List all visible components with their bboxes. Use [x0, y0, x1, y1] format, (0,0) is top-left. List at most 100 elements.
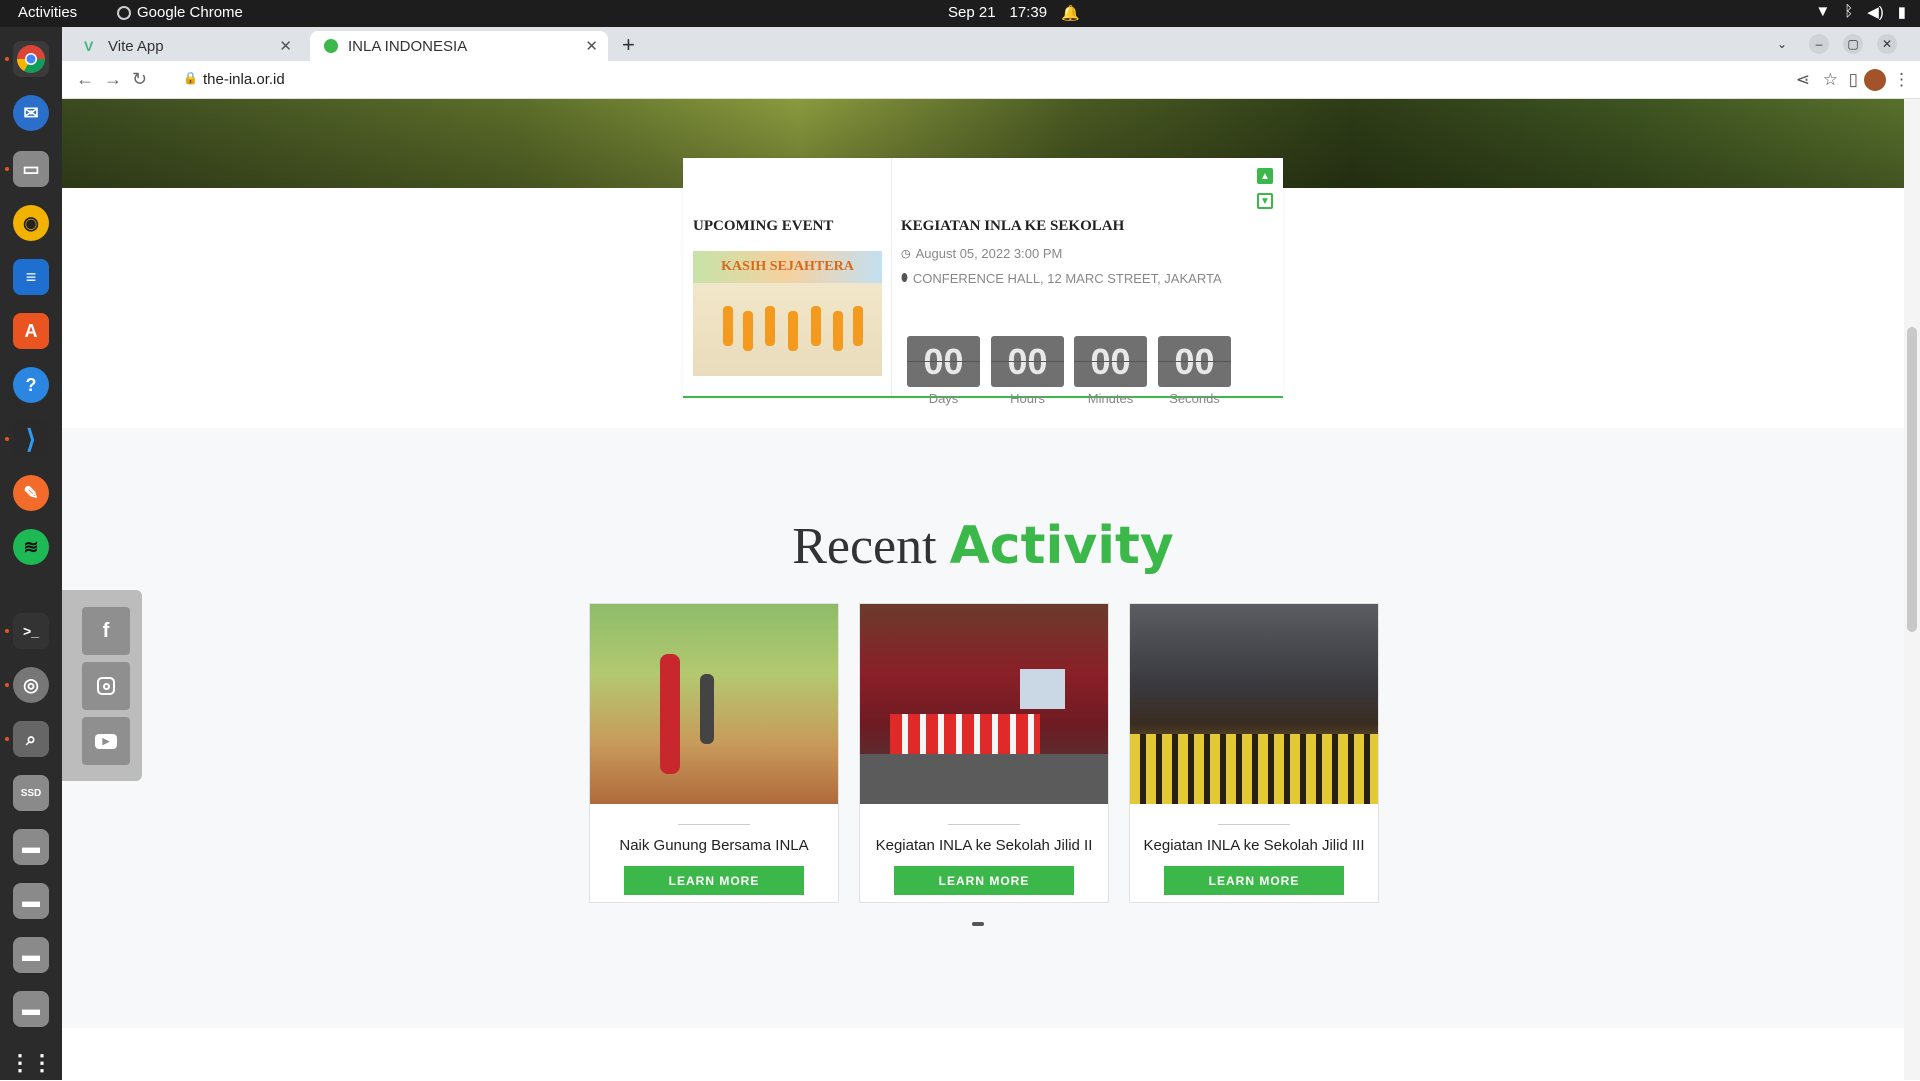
dancer — [853, 306, 863, 346]
reload-icon[interactable]: ↻ — [132, 69, 147, 90]
countdown-seconds: 00 Seconds — [1158, 336, 1231, 406]
activity-title[interactable]: Naik Gunung Bersama INLA — [590, 837, 838, 854]
event-image-banner: KASIH SEJAHTERA — [693, 251, 882, 283]
rhythmbox-icon[interactable]: ◉ — [13, 205, 49, 241]
terminal-icon[interactable]: >_ — [13, 613, 49, 649]
carousel-pager-dot[interactable] — [972, 922, 984, 926]
drive-icon[interactable]: ▬ — [13, 829, 49, 865]
instagram-icon[interactable] — [82, 662, 130, 710]
share-icon[interactable]: ⋖ — [1796, 70, 1810, 90]
clock[interactable]: Sep 21 17:39 🔔 — [948, 4, 1080, 22]
countdown-label: Minutes — [1087, 391, 1134, 406]
heading-plain: Recent — [792, 518, 937, 575]
activity-title[interactable]: Kegiatan INLA ke Sekolah Jilid III — [1130, 837, 1378, 854]
event-down-arrow-button[interactable]: ▼ — [1257, 193, 1273, 209]
dock: ✉ ▭ ◉ ≡ A ? ⟩ ✎ ≋ >_ ◎ ⌕ SSD ▬ ▬ ▬ ▬ ⋮⋮ — [0, 27, 62, 1080]
pen-tool-icon[interactable]: ✎ — [13, 475, 49, 511]
countdown-value: 00 — [1074, 336, 1147, 387]
dancer — [765, 306, 775, 346]
forward-icon[interactable]: → — [104, 69, 122, 90]
vite-icon: V — [84, 38, 94, 54]
spotify-icon[interactable]: ≋ — [13, 529, 49, 565]
countdown-label: Hours — [1010, 391, 1045, 406]
wifi-icon: ▼ — [1815, 3, 1831, 20]
activities-button[interactable]: Activities — [18, 4, 77, 21]
countdown-value: 00 — [907, 336, 980, 387]
scrollbar-thumb[interactable] — [1907, 327, 1917, 632]
tab-label: Vite App — [108, 37, 164, 55]
event-image[interactable]: KASIH SEJAHTERA — [693, 251, 882, 376]
dancer — [723, 306, 733, 346]
chrome-dock-icon[interactable] — [13, 41, 49, 77]
time: 17:39 — [1009, 4, 1048, 21]
recent-activity-heading: Recent Activity — [62, 516, 1904, 576]
upcoming-event-card: UPCOMING EVENT KASIH SEJAHTERA KEGIATAN … — [683, 158, 1283, 406]
dancer — [833, 311, 843, 351]
recent-activity-section: Recent Activity Naik Gunung Bersama INLA… — [62, 428, 1904, 1028]
tab-vite-app[interactable]: V Vite App ✕ — [70, 31, 302, 61]
countdown-value: 00 — [991, 336, 1064, 387]
image-viewer-icon[interactable]: ⌕ — [13, 721, 49, 757]
dancer — [811, 306, 821, 346]
social-share-bar: f ▶ — [62, 590, 142, 781]
event-datetime: ◷ August 05, 2022 3:00 PM — [901, 246, 1062, 261]
tab-inla-indonesia[interactable]: INLA INDONESIA ✕ — [310, 31, 608, 61]
bookmark-star-icon[interactable]: ☆ — [1823, 70, 1838, 90]
side-panel-icon[interactable]: ▯ — [1849, 70, 1858, 90]
event-location-text: CONFERENCE HALL, 12 MARC STREET, JAKARTA — [912, 271, 1222, 286]
event-up-arrow-button[interactable]: ▲ — [1257, 168, 1273, 184]
drive-icon[interactable]: ▬ — [13, 991, 49, 1027]
bell-icon: 🔔 — [1061, 5, 1080, 22]
back-icon[interactable]: ← — [76, 69, 94, 90]
page-scrollbar[interactable] — [1904, 99, 1920, 1080]
profile-avatar[interactable] — [1864, 69, 1886, 91]
drive-icon[interactable]: ▬ — [13, 937, 49, 973]
menu-kebab-icon[interactable]: ⋮ — [1893, 70, 1910, 90]
clock-icon: ◷ — [901, 248, 911, 260]
close-icon[interactable]: ✕ — [585, 37, 598, 55]
maximize-button[interactable]: ▢ — [1843, 34, 1863, 54]
app-menu[interactable]: Google Chrome — [117, 4, 243, 21]
learn-more-button[interactable]: LEARN MORE — [894, 866, 1074, 895]
url-field[interactable]: the-inla.or.id — [203, 71, 285, 88]
volume-icon: ◀) — [1867, 4, 1884, 21]
files-icon[interactable]: ▭ — [13, 151, 49, 187]
running-indicator — [5, 57, 9, 61]
event-location: ⬮ CONFERENCE HALL, 12 MARC STREET, JAKART… — [901, 271, 1222, 286]
close-icon[interactable]: ✕ — [279, 37, 292, 55]
vscode-icon[interactable]: ⟩ — [13, 421, 49, 457]
chrome-icon — [117, 5, 131, 20]
learn-more-button[interactable]: LEARN MORE — [1164, 866, 1344, 895]
activity-image-hiking[interactable] — [590, 604, 838, 804]
writer-icon[interactable]: ≡ — [13, 259, 49, 295]
new-tab-button[interactable]: + — [622, 32, 635, 58]
tab-label: INLA INDONESIA — [348, 37, 468, 55]
close-window-button[interactable]: ✕ — [1877, 34, 1897, 54]
disk-icon[interactable]: ◎ — [13, 667, 49, 703]
software-center-icon[interactable]: A — [13, 313, 49, 349]
countdown-hours: 00 Hours — [991, 336, 1064, 406]
ssd-drive-icon[interactable]: SSD — [13, 775, 49, 811]
learn-more-button[interactable]: LEARN MORE — [624, 866, 804, 895]
system-top-bar: Activities Google Chrome Sep 21 17:39 🔔 ▼ … — [0, 0, 1920, 27]
minimize-button[interactable]: – — [1809, 34, 1829, 54]
tab-strip: V Vite App ✕ INLA INDONESIA ✕ + ⌄ – ▢ ✕ — [62, 27, 1920, 61]
countdown-label: Days — [928, 391, 959, 406]
tab-search-icon[interactable]: ⌄ — [1772, 34, 1792, 54]
system-tray[interactable]: ▼ ᛒ ◀) ▮ — [1815, 3, 1906, 21]
app-name: Google Chrome — [137, 4, 243, 21]
help-icon[interactable]: ? — [13, 367, 49, 403]
activity-image-hall[interactable] — [1130, 604, 1378, 804]
activity-image-stage[interactable] — [860, 604, 1108, 804]
event-title[interactable]: KEGIATAN INLA KE SEKOLAH — [901, 218, 1124, 235]
activity-title[interactable]: Kegiatan INLA ke Sekolah Jilid II — [860, 837, 1108, 854]
facebook-icon[interactable]: f — [82, 607, 130, 655]
page-viewport: UPCOMING EVENT KASIH SEJAHTERA KEGIATAN … — [62, 99, 1904, 1080]
thunderbird-icon[interactable]: ✉ — [13, 95, 49, 131]
lock-icon[interactable]: 🔒 — [183, 71, 198, 85]
dancer — [743, 311, 753, 351]
youtube-icon[interactable]: ▶ — [82, 717, 130, 765]
drive-icon[interactable]: ▬ — [13, 883, 49, 919]
running-indicator — [5, 629, 9, 633]
app-grid-icon[interactable]: ⋮⋮ — [9, 1045, 53, 1081]
